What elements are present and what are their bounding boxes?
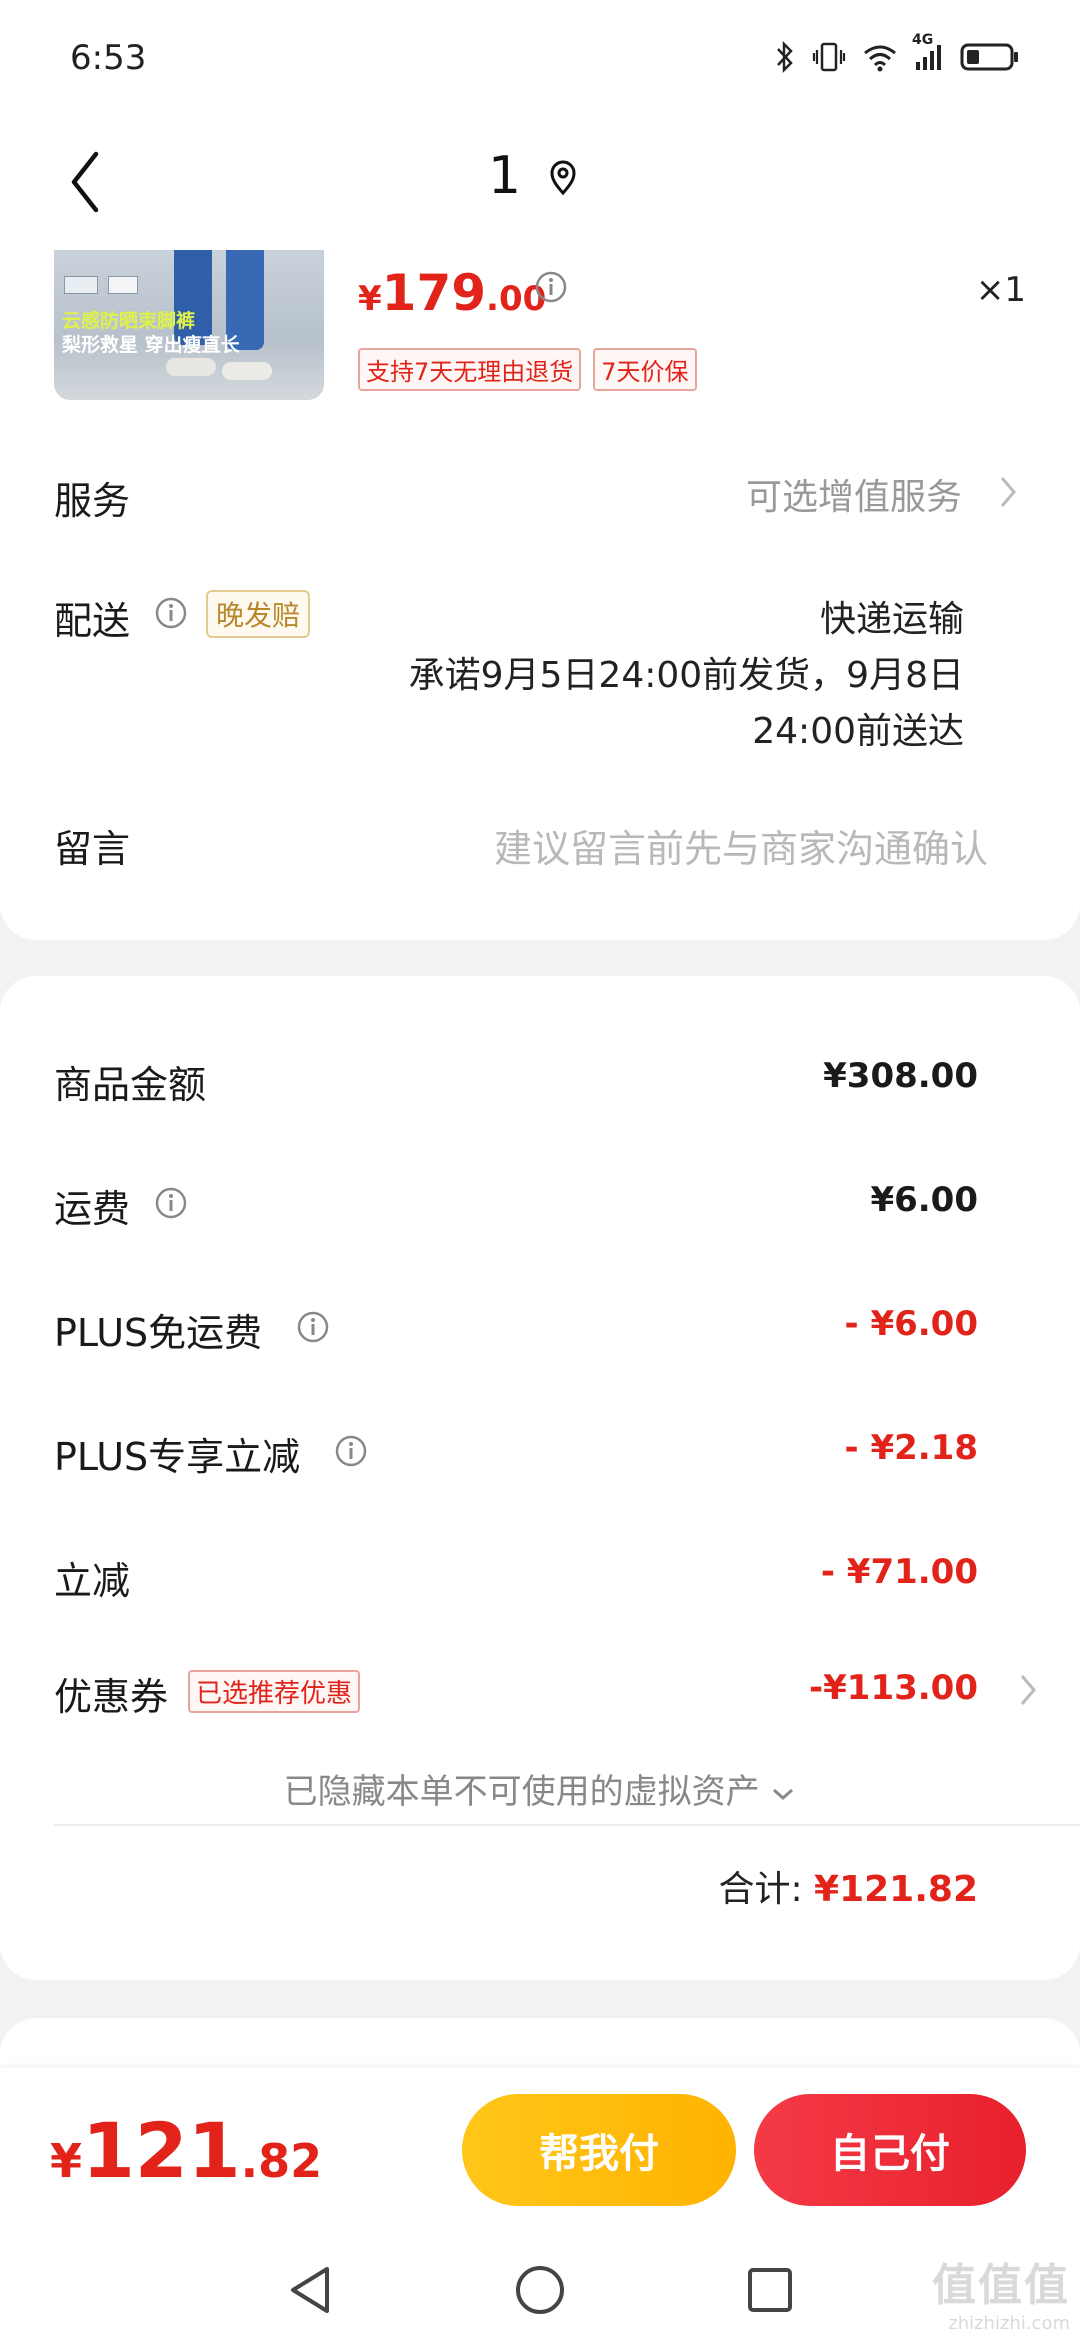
order-items-card: 云感防晒束脚裤 梨形救星 穿出瘦直长 ¥179.00 ×1 支持7天无理由退货 …: [0, 250, 1080, 940]
total-value: ¥121.82: [814, 1869, 978, 1910]
help-me-pay-button[interactable]: 帮我付: [462, 2094, 736, 2206]
goods-amount-label: 商品金额: [54, 1063, 207, 1107]
vibrate-icon: [812, 40, 846, 74]
product-image-caption-2: 梨形救星 穿出瘦直长: [62, 334, 240, 356]
plus-discount-info-icon[interactable]: [334, 1434, 368, 1472]
product-image-caption-1: 云感防晒束脚裤: [62, 310, 196, 332]
product-price-currency: ¥: [358, 279, 382, 319]
product-quantity: ×1: [975, 270, 1026, 310]
signal-icon: 4G: [912, 32, 944, 72]
page-header: 1: [0, 120, 1080, 250]
hidden-assets-text: 已隐藏本单不可使用的虚拟资产: [283, 1772, 760, 1812]
status-time: 6:53: [70, 38, 147, 78]
shipping-fee-row: 运费 ¥6.00: [0, 1178, 1080, 1238]
bottom-pay-bar: ¥121.82 帮我付 自己付: [0, 2068, 1080, 2238]
price-info-icon[interactable]: [534, 270, 568, 308]
nav-recents-icon[interactable]: [738, 2258, 802, 2322]
message-label: 留言: [54, 827, 131, 871]
system-nav-bar: 值值值 zhizhizhi.com: [0, 2238, 1080, 2340]
message-input[interactable]: 建议留言前先与商家沟通确认: [494, 818, 988, 873]
coupon-value: -¥113.00: [809, 1668, 978, 1708]
payable-decimal: .82: [240, 2134, 323, 2188]
wifi-icon: [862, 42, 898, 72]
battery-icon: [960, 41, 1020, 73]
watermark: 值值值 zhizhizhi.com: [932, 2249, 1070, 2334]
price-summary-card: 商品金额 ¥308.00 运费 ¥6.00 PLUS免运费 - ¥6.00 PL…: [0, 976, 1080, 1980]
goods-amount-value: ¥308.00: [823, 1056, 978, 1096]
plus-shipping-info-icon[interactable]: [296, 1310, 330, 1348]
service-value[interactable]: 可选增值服务: [746, 468, 962, 520]
plus-discount-row: PLUS专享立减 - ¥2.18: [0, 1426, 1080, 1486]
watermark-logo: 值值值: [932, 2260, 1070, 2311]
status-icons: 4G: [774, 32, 1020, 74]
delivery-label: 配送: [54, 599, 131, 643]
delivery-method[interactable]: 快递运输: [820, 590, 964, 642]
plus-discount-value: - ¥2.18: [844, 1428, 979, 1468]
chevron-left-icon: [71, 151, 99, 213]
pay-myself-button[interactable]: 自己付: [754, 2094, 1026, 2206]
page-title: 1: [488, 146, 522, 206]
watermark-url: zhizhizhi.com: [948, 2313, 1070, 2334]
product-price: ¥179.00: [358, 264, 546, 322]
payable-currency: ¥: [50, 2134, 83, 2188]
return-policy-tag: 支持7天无理由退货: [358, 348, 582, 391]
location-pin-icon[interactable]: [548, 160, 578, 200]
shipping-fee-label: 运费: [54, 1187, 131, 1231]
coupon-recommended-tag: 已选推荐优惠: [188, 1670, 361, 1713]
service-label: 服务: [54, 479, 131, 523]
plus-free-shipping-value: - ¥6.00: [844, 1304, 979, 1344]
order-total: 合计: ¥121.82: [718, 1860, 978, 1912]
shipping-info-icon[interactable]: [154, 1186, 188, 1224]
product-price-integer: 179: [381, 264, 487, 322]
nav-back-icon[interactable]: [278, 2258, 342, 2322]
hidden-assets-toggle[interactable]: 已隐藏本单不可使用的虚拟资产: [0, 1764, 1080, 1813]
payable-integer: 121: [82, 2106, 241, 2195]
chevron-right-icon[interactable]: [1018, 1670, 1038, 1714]
shipping-fee-value: ¥6.00: [870, 1180, 978, 1220]
delivery-promise-line2: 24:00前送达: [752, 711, 964, 752]
coupon-row[interactable]: 优惠券 已选推荐优惠 -¥113.00: [0, 1666, 1080, 1726]
back-button[interactable]: [50, 142, 120, 222]
plus-free-shipping-label: PLUS免运费: [54, 1311, 263, 1355]
delivery-promise-line1: 承诺9月5日24:00前发货，9月8日: [408, 655, 964, 696]
instant-discount-label: 立减: [54, 1559, 131, 1603]
coupon-label: 优惠券: [54, 1675, 169, 1719]
payable-amount: ¥121.82: [50, 2106, 322, 2195]
product-image[interactable]: 云感防晒束脚裤 梨形救星 穿出瘦直长: [54, 250, 324, 400]
plus-discount-label: PLUS专享立减: [54, 1435, 301, 1479]
instant-discount-row: 立减 - ¥71.00: [0, 1550, 1080, 1610]
late-compensation-tag: 晚发赔: [206, 590, 311, 638]
goods-amount-row: 商品金额 ¥308.00: [0, 1054, 1080, 1114]
plus-free-shipping-row: PLUS免运费 - ¥6.00: [0, 1302, 1080, 1362]
chevron-right-icon[interactable]: [998, 472, 1018, 516]
chevron-down-icon: [773, 1788, 794, 1800]
total-label: 合计:: [718, 1869, 803, 1910]
nav-home-icon[interactable]: [508, 2258, 572, 2322]
delivery-info-icon[interactable]: [154, 596, 188, 634]
status-bar: 6:53 4G: [0, 0, 1080, 120]
instant-discount-value: - ¥71.00: [820, 1552, 978, 1592]
network-type: 4G: [912, 32, 934, 48]
divider: [54, 1824, 1080, 1826]
product-tags: 支持7天无理由退货 7天价保: [358, 348, 697, 391]
bluetooth-icon: [774, 40, 796, 74]
price-protect-tag: 7天价保: [593, 348, 697, 391]
